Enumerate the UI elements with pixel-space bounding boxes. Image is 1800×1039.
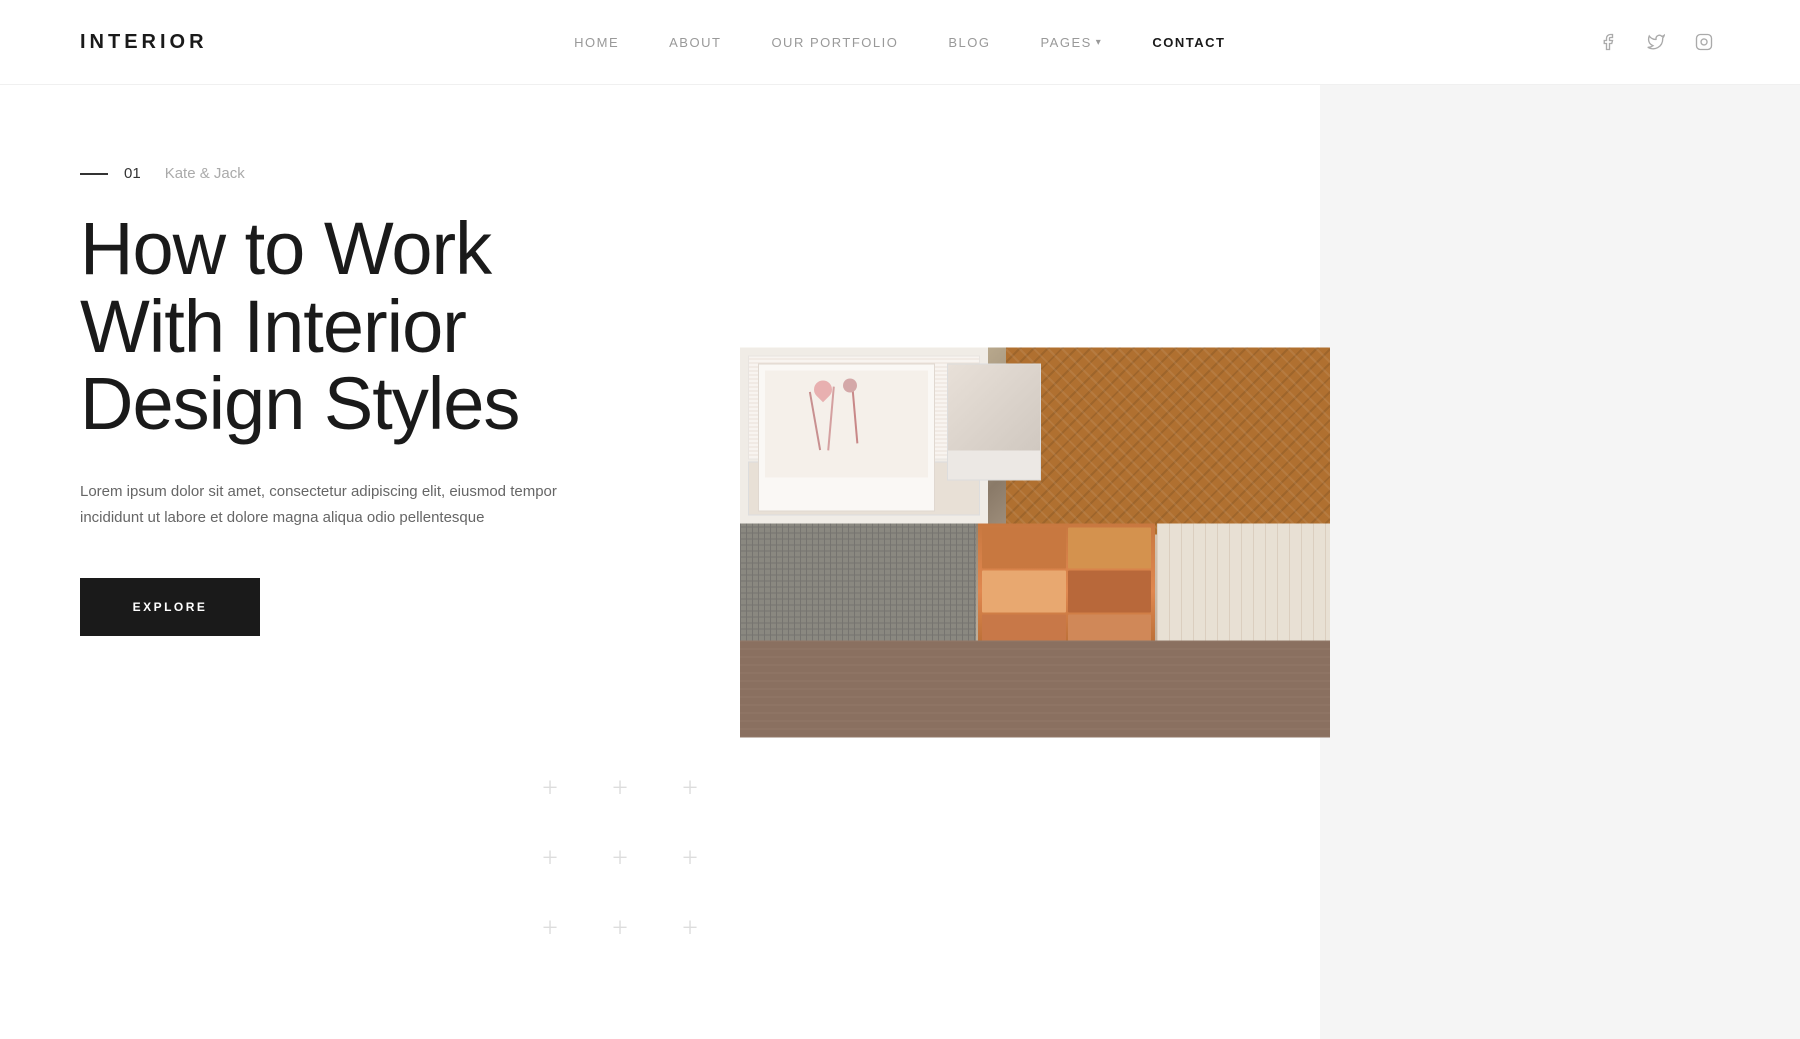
article-meta: 01 Kate & Jack: [80, 165, 660, 182]
nav-contact[interactable]: CONTACT: [1152, 35, 1225, 50]
social-links: [1592, 26, 1720, 58]
plus-icon: +: [660, 829, 720, 889]
plus-icon: +: [590, 899, 650, 959]
mood-board-image: [740, 348, 1330, 738]
hero-image: [740, 348, 1330, 738]
right-panel: [1320, 85, 1800, 1039]
floral-art-card: [758, 363, 935, 511]
hero-image-area: [740, 85, 1800, 1039]
chevron-down-icon: ▾: [1096, 37, 1103, 48]
plus-icon: +: [660, 899, 720, 959]
article-number: 01: [80, 165, 141, 182]
article-author: Kate & Jack: [165, 165, 245, 182]
nav-about[interactable]: ABOUT: [669, 35, 721, 50]
nav-home[interactable]: HOME: [574, 35, 619, 50]
twitter-icon[interactable]: [1640, 26, 1672, 58]
site-header: INTERIOR HOME ABOUT OUR PORTFOLIO BLOG P…: [0, 0, 1800, 85]
dash-decoration: [80, 173, 108, 175]
plus-icon: +: [590, 829, 650, 889]
main-nav: HOME ABOUT OUR PORTFOLIO BLOG PAGES ▾ CO…: [574, 35, 1225, 50]
nav-pages-dropdown[interactable]: PAGES ▾: [1040, 35, 1102, 50]
plus-icon: +: [520, 829, 580, 889]
logo: INTERIOR: [80, 31, 208, 54]
nav-blog[interactable]: BLOG: [948, 35, 990, 50]
wood-swatch: [919, 640, 1126, 738]
plus-icon: +: [520, 759, 580, 819]
plus-decoration-grid: + + + + + + + + +: [520, 759, 720, 959]
material-bottom-section: [740, 640, 1330, 738]
article-title: How to Work With Interior Design Styles: [80, 210, 660, 443]
fabric-swatch-brown: [1006, 348, 1331, 535]
plus-icon: +: [520, 899, 580, 959]
facebook-icon[interactable]: [1592, 26, 1624, 58]
main-content: 01 Kate & Jack How to Work With Interior…: [0, 85, 1800, 1039]
plus-icon: +: [660, 759, 720, 819]
explore-button[interactable]: EXPLORE: [80, 578, 260, 636]
image-mosaic: [740, 348, 1330, 738]
nav-portfolio[interactable]: OUR PORTFOLIO: [771, 35, 898, 50]
plus-icon: +: [590, 759, 650, 819]
hero-content: 01 Kate & Jack How to Work With Interior…: [0, 85, 740, 1039]
secondary-art-card: [947, 363, 1041, 480]
instagram-icon[interactable]: [1688, 26, 1720, 58]
article-description: Lorem ipsum dolor sit amet, consectetur …: [80, 479, 600, 530]
